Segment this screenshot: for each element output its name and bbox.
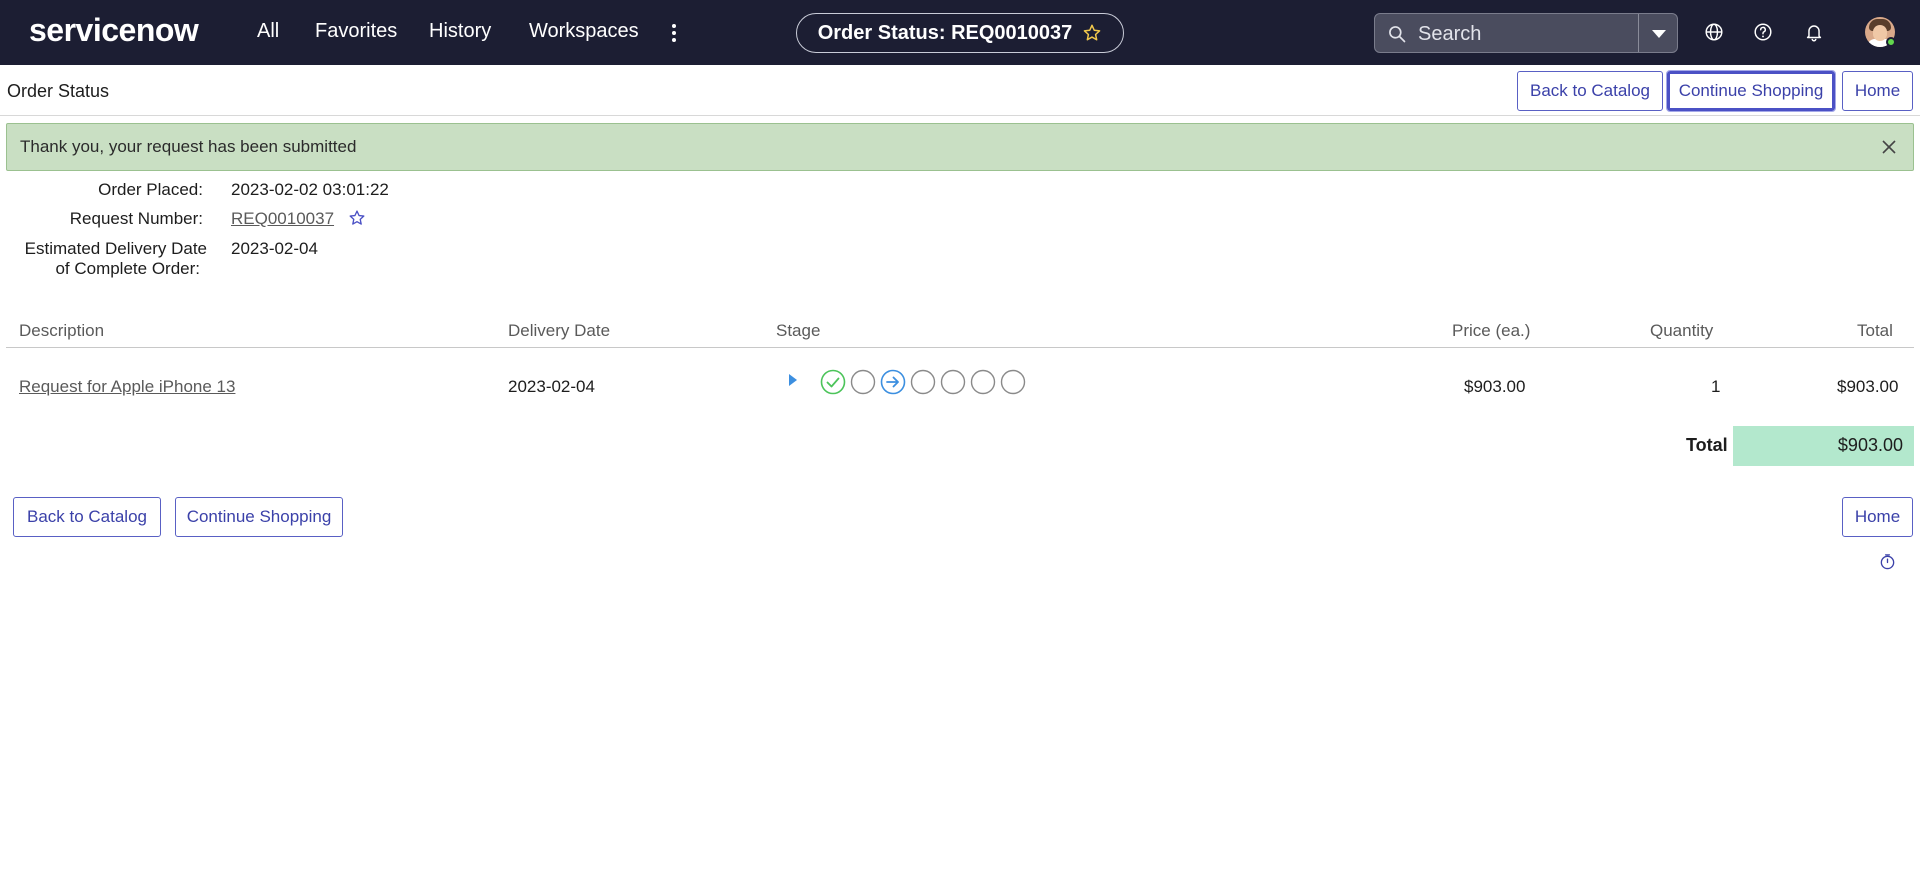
item-total: $903.00 bbox=[1837, 377, 1899, 396]
item-quantity: 1 bbox=[1711, 377, 1721, 396]
item-delivery-date: 2023-02-04 bbox=[508, 377, 595, 396]
request-number-link[interactable]: REQ0010037 bbox=[231, 209, 334, 229]
response-time-icon[interactable] bbox=[1879, 553, 1896, 570]
home-button-top[interactable]: Home bbox=[1842, 71, 1913, 111]
col-header-delivery-date: Delivery Date bbox=[508, 321, 611, 340]
continue-shopping-button-top[interactable]: Continue Shopping bbox=[1666, 70, 1836, 112]
request-favorite-star-icon[interactable] bbox=[348, 209, 366, 227]
stage-in-progress-icon bbox=[880, 369, 906, 395]
col-header-stage: Stage bbox=[776, 321, 821, 340]
request-number-label: Request Number: bbox=[69, 209, 203, 228]
expand-stage-arrow-icon[interactable] bbox=[789, 374, 797, 386]
table-header-divider bbox=[6, 347, 1914, 348]
stage-pending-icon bbox=[1000, 369, 1026, 395]
nav-all[interactable]: All bbox=[257, 20, 279, 43]
col-header-description: Description bbox=[19, 321, 105, 340]
notifications-bell-icon[interactable] bbox=[1803, 21, 1825, 43]
col-header-price: Price (ea.) bbox=[1452, 321, 1531, 340]
stage-pending-icon bbox=[850, 369, 876, 395]
search-divider bbox=[1638, 14, 1639, 52]
nav-workspaces[interactable]: Workspaces bbox=[529, 20, 639, 43]
globe-icon[interactable] bbox=[1703, 21, 1725, 43]
col-header-total: Total bbox=[1857, 321, 1893, 340]
more-menu-icon[interactable] bbox=[667, 21, 681, 45]
alert-message: Thank you, your request has been submitt… bbox=[20, 137, 357, 156]
estimated-delivery-label-line2: of Complete Order: bbox=[55, 259, 200, 278]
grand-total-value: $903.00 bbox=[1837, 435, 1903, 455]
top-nav-bar: servicenow All Favorites History Workspa… bbox=[0, 0, 1920, 65]
favorite-star-icon[interactable] bbox=[1082, 23, 1102, 43]
page-heading: Order Status bbox=[7, 81, 110, 101]
order-placed-value: 2023-02-02 03:01:22 bbox=[231, 180, 389, 199]
home-button-bottom[interactable]: Home bbox=[1842, 497, 1913, 537]
search-input[interactable]: Search bbox=[1418, 23, 1481, 46]
continue-shopping-button-bottom[interactable]: Continue Shopping bbox=[175, 497, 343, 537]
col-header-quantity: Quantity bbox=[1650, 321, 1714, 340]
stage-pending-icon bbox=[940, 369, 966, 395]
header-divider bbox=[0, 115, 1920, 116]
servicenow-logo[interactable]: servicenow bbox=[29, 12, 199, 49]
item-price: $903.00 bbox=[1464, 377, 1526, 396]
page-title: Order Status: REQ0010037 bbox=[817, 21, 1073, 44]
global-search[interactable]: Search bbox=[1374, 13, 1678, 53]
estimated-delivery-value: 2023-02-04 bbox=[231, 239, 318, 258]
help-icon[interactable] bbox=[1752, 21, 1774, 43]
grand-total-label: Total bbox=[1686, 435, 1728, 455]
item-description-link[interactable]: Request for Apple iPhone 13 bbox=[19, 377, 235, 397]
nav-favorites[interactable]: Favorites bbox=[315, 20, 397, 43]
success-alert: Thank you, your request has been submitt… bbox=[6, 123, 1914, 171]
close-icon[interactable] bbox=[1881, 139, 1897, 155]
grand-total-cell: $903.00 bbox=[1733, 426, 1914, 466]
search-scope-dropdown-icon[interactable] bbox=[1652, 30, 1666, 38]
stage-pending-icon bbox=[910, 369, 936, 395]
back-to-catalog-button-bottom[interactable]: Back to Catalog bbox=[13, 497, 161, 537]
search-icon bbox=[1389, 26, 1406, 43]
estimated-delivery-label: Estimated Delivery Date of Complete Orde… bbox=[10, 239, 207, 279]
back-to-catalog-button-top[interactable]: Back to Catalog bbox=[1517, 71, 1663, 111]
presence-status-badge bbox=[1886, 37, 1896, 47]
stage-completed-icon bbox=[820, 369, 846, 395]
page-title-pill: Order Status: REQ0010037 bbox=[796, 13, 1124, 53]
estimated-delivery-label-line1: Estimated Delivery Date bbox=[24, 239, 207, 258]
order-placed-label: Order Placed: bbox=[98, 180, 203, 199]
nav-history[interactable]: History bbox=[429, 20, 491, 43]
stage-pending-icon bbox=[970, 369, 996, 395]
